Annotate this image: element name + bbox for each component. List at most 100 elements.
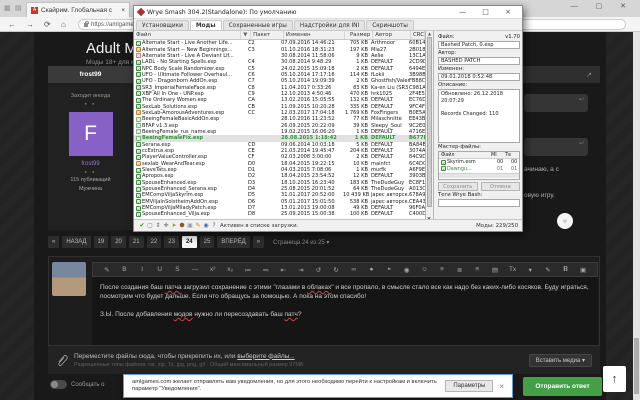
details-description-box[interactable]: Обновлено: 26.12.2018 20:07:29 Records C… [438, 89, 520, 143]
italic-icon[interactable]: I [133, 266, 151, 273]
mod-list-scrollbar[interactable]: ▲ ▼ [426, 31, 434, 221]
submit-reply-button[interactable]: Отправить ответ [523, 377, 602, 396]
masters-col-te[interactable]: Те [503, 152, 519, 158]
avatar[interactable]: F [69, 112, 113, 156]
mod-checkbox-icon[interactable]: ✓ [136, 91, 141, 96]
col-package[interactable]: Пакет [251, 31, 284, 39]
mod-checkbox-icon[interactable]: ✓ [136, 161, 141, 166]
wrye-column-header[interactable]: Файл ▼ Пакет Изменен Размер Автор CRC [134, 31, 425, 40]
mod-row[interactable]: ✓ccEstrus.espCE21.03.2014 19:45:47204 KB… [134, 148, 425, 154]
bg-color-icon[interactable]: 𝐁 [557, 266, 575, 274]
wrye-window-controls[interactable]: — □ × [459, 8, 518, 16]
table-icon[interactable]: ▤ [486, 266, 504, 274]
wrye-title-bar[interactable]: Wrye Smash 304.2(Standalone): По умолчан… [134, 6, 522, 19]
page-scrollbar-thumb[interactable] [634, 338, 639, 394]
cancel-button[interactable]: Отмена [481, 182, 521, 191]
mod-row[interactable]: ✓SR3_ImperialFemaleFace.espC811.04.2017 … [134, 84, 425, 90]
mod-row[interactable]: ✓Serana.espCD09.06.2014 10:03:185 KBDEFA… [134, 142, 425, 148]
link-icon[interactable]: ∞ [345, 266, 363, 273]
mod-list-scroll-thumb[interactable] [427, 37, 432, 207]
save-button[interactable]: Сохранить [438, 182, 478, 191]
wrye-tab-Сохраненные игры[interactable]: Сохраненные игры [223, 20, 293, 30]
mod-row[interactable]: ✓NPC Body Scale Randomizer.espC524.02.20… [134, 65, 425, 71]
editor-textarea[interactable]: После создания баш патча загрузил сохран… [92, 277, 598, 345]
mod-checkbox-icon[interactable]: ✓ [136, 149, 141, 154]
reply-curl-icon[interactable]: ↩ [579, 96, 584, 103]
undo-icon[interactable]: ↺ [310, 266, 328, 274]
mod-checkbox-icon[interactable]: ✓ [136, 212, 141, 217]
tab-close-icon[interactable]: × [121, 7, 125, 14]
col-author[interactable]: Автор [373, 31, 411, 39]
masters-col-mi[interactable]: MI [489, 152, 503, 158]
mod-checkbox-icon[interactable] [136, 136, 141, 141]
emoji-icon[interactable]: ☺ [416, 266, 434, 273]
settings-pie-icon[interactable]: ◉ [202, 222, 210, 229]
mod-checkbox-icon[interactable] [136, 129, 141, 134]
page-forward[interactable]: ВПЕРЁД [217, 236, 249, 248]
mod-checkbox-icon[interactable]: ✓ [136, 199, 141, 204]
back-icon[interactable]: ← [8, 20, 16, 29]
mod-row[interactable]: ✓Alternate Start - Live Another Life...C… [134, 40, 425, 46]
mod-checkbox-icon[interactable]: ✓ [136, 72, 141, 77]
bullet-list-icon[interactable]: ≔ [239, 266, 257, 274]
superscript-icon[interactable]: x² [204, 266, 222, 273]
browser-tab[interactable]: A Скайрим. Глобальная с × [26, 2, 130, 17]
page-19[interactable]: 19 [94, 236, 109, 248]
mod-row[interactable]: ✓EMCompViljaMiladyPatch.espD713.01.2013 … [134, 205, 425, 211]
master-row[interactable]: ✓Skyrim.esm0000 [439, 159, 519, 165]
new-mod-icon[interactable]: ✚ [162, 222, 170, 229]
mod-checkbox-icon[interactable]: ✓ [136, 47, 141, 52]
mod-checkbox-icon[interactable]: ✓ [136, 180, 141, 185]
refresh-icon[interactable]: ⟳ [44, 20, 51, 29]
wrye-tab-Скриншоты[interactable]: Скриншоты [366, 20, 414, 30]
redo-icon[interactable]: ↻ [327, 266, 345, 274]
subscript-icon[interactable]: x₂ [221, 266, 239, 273]
mod-checkbox-icon[interactable]: ✓ [136, 41, 141, 46]
inactive-filter-icon[interactable]: ▢ [146, 222, 154, 229]
col-modified[interactable]: Изменен [284, 31, 346, 39]
mod-checkbox-icon[interactable]: ✓ [136, 98, 141, 103]
outdent-icon[interactable]: ⇤ [274, 266, 292, 274]
mod-row[interactable]: ✓SexLab-AmorousAdventures.espCC12.03.201… [134, 110, 425, 116]
mod-checkbox-icon[interactable] [136, 117, 141, 122]
choose-files-link[interactable]: выберите файлы... [237, 353, 294, 360]
notification-options-button[interactable]: Параметры [445, 380, 493, 392]
col-crc[interactable]: CRC [411, 31, 425, 39]
load-order-icon[interactable]: ➤ [170, 222, 178, 229]
active-filter-icon[interactable]: ✔ [138, 222, 146, 229]
pinned-tab-icon-2[interactable]: ▤ [15, 0, 22, 17]
sort-icon[interactable]: ▼ [241, 31, 251, 39]
page-back[interactable]: НАЗАД [62, 236, 90, 248]
mod-row[interactable]: ✓EMViljaInSolstheimAddOn.espD605.01.2017… [134, 199, 425, 205]
doc-browser-icon[interactable]: ▣ [186, 222, 194, 229]
page-21[interactable]: 21 [129, 236, 144, 248]
post-author-tab[interactable]: frost99 [48, 66, 133, 83]
page-24[interactable]: 24 [182, 236, 197, 248]
mod-row[interactable]: ✓PlayerValueController.espCF02.03.2008 3… [134, 154, 425, 160]
align-left-icon[interactable]: ≡ [433, 266, 451, 273]
mod-checkbox-icon[interactable]: ✓ [136, 60, 141, 65]
mod-row[interactable]: ✓sexlab_WearAndTear.espD018.04.2015 19:2… [134, 161, 425, 167]
wrye-tab-Установщики[interactable]: Установщики [136, 20, 189, 30]
details-file-input[interactable]: Bashed Patch, 0.esp [438, 41, 520, 49]
strikethrough-icon[interactable]: S [169, 266, 187, 273]
wrye-tab-Моды[interactable]: Моды [190, 20, 222, 30]
mod-checkbox-icon[interactable]: ✓ [136, 206, 141, 211]
mod-checkbox-icon[interactable] [136, 53, 141, 58]
mod-row[interactable]: ✓UFO - Dragonborn AddOn.espC705.10.2014 … [134, 78, 425, 84]
underline-icon[interactable]: U [151, 266, 169, 273]
bash-monkey-icon[interactable]: ⬢ [178, 222, 186, 229]
edit-doc-icon[interactable]: ✎ [194, 222, 202, 229]
mod-row[interactable]: ✓SexLab_Solutions.espCB11.09.2015 10:20:… [134, 103, 425, 109]
mod-checkbox-icon[interactable]: ✓ [136, 193, 141, 198]
align-center-icon[interactable]: ≣ [451, 266, 469, 274]
mod-checkbox-icon[interactable]: ✓ [136, 168, 141, 173]
source-icon[interactable]: ▣ [574, 266, 592, 274]
page-last[interactable]: » [253, 236, 264, 248]
help-icon[interactable]: ? [210, 222, 218, 229]
wrye-tab-Надстройки для INI[interactable]: Надстройки для INI [294, 20, 365, 30]
unlink-icon[interactable]: ● [363, 266, 381, 273]
mod-row[interactable]: ✓XBF All In One - UNP.espC912.10.2013 4:… [134, 91, 425, 97]
numbered-list-icon[interactable]: ≕ [257, 266, 275, 274]
master-row[interactable]: ✓Dawngu...0101 [439, 165, 519, 171]
